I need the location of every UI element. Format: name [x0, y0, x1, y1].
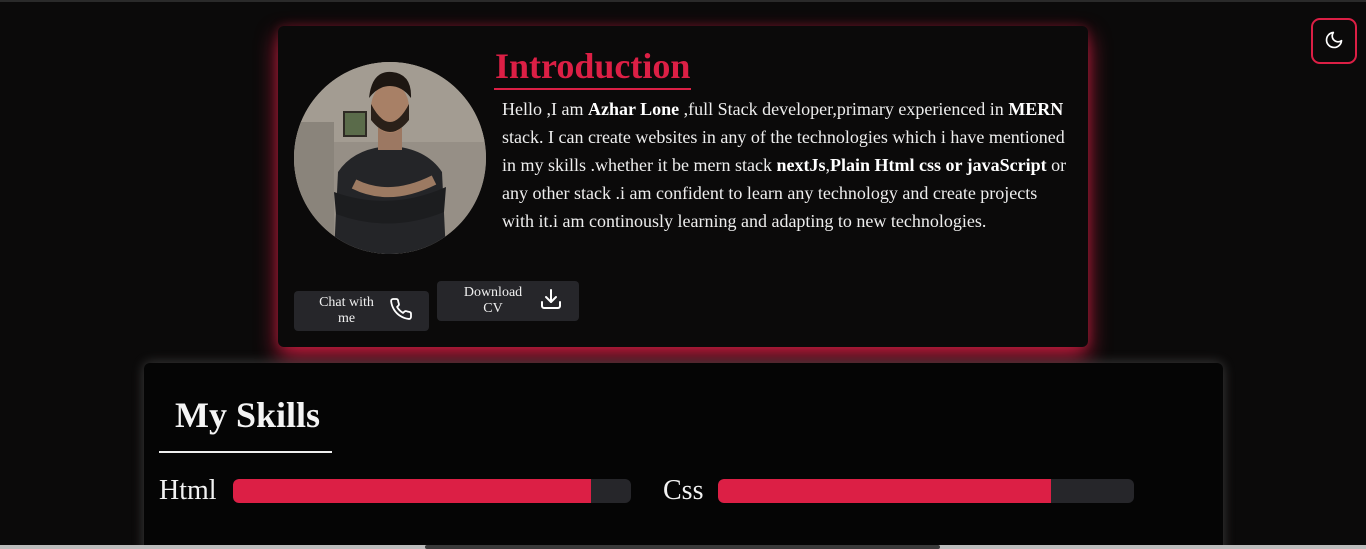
download-cv-button[interactable]: Download CV	[437, 281, 579, 321]
skill-bar-track	[233, 479, 631, 503]
portfolio-page: Introduction Hello ,I am Azhar Lone ,ful…	[0, 0, 1366, 549]
top-border	[0, 0, 1366, 2]
moon-icon	[1324, 30, 1344, 53]
skill-html: Html	[159, 475, 631, 507]
chat-button[interactable]: Chat with me	[294, 291, 429, 331]
phone-icon	[389, 297, 413, 326]
profile-photo	[294, 62, 486, 254]
skill-bar-fill	[718, 479, 1051, 503]
intro-text-segment: Hello ,I am	[502, 99, 588, 119]
skill-bar-fill	[233, 479, 592, 503]
intro-highlight: MERN	[1008, 99, 1064, 119]
intro-heading: Introduction	[494, 44, 692, 90]
theme-toggle-button[interactable]	[1311, 18, 1357, 64]
skill-label: Html	[159, 475, 217, 506]
intro-paragraph: Hello ,I am Azhar Lone ,full Stack devel…	[502, 95, 1072, 235]
skill-label: Css	[663, 475, 704, 506]
download-cv-label: Download CV	[463, 285, 523, 316]
skill-css: Css	[663, 475, 1134, 507]
skill-bar-track	[718, 479, 1134, 503]
intro-text-segment: ,full Stack developer,primary experience…	[679, 99, 1009, 119]
skills-heading: My Skills	[159, 394, 332, 453]
intro-highlight: Azhar Lone	[587, 99, 680, 119]
intro-highlight: Plain Html css or javaScript	[829, 155, 1047, 175]
chat-button-label: Chat with me	[319, 295, 374, 326]
skills-card: My Skills Html Css	[144, 363, 1223, 549]
intro-card: Introduction Hello ,I am Azhar Lone ,ful…	[278, 26, 1088, 347]
scrollbar-thumb[interactable]	[425, 545, 940, 549]
download-icon	[539, 287, 563, 316]
intro-highlight: nextJs	[776, 155, 826, 175]
